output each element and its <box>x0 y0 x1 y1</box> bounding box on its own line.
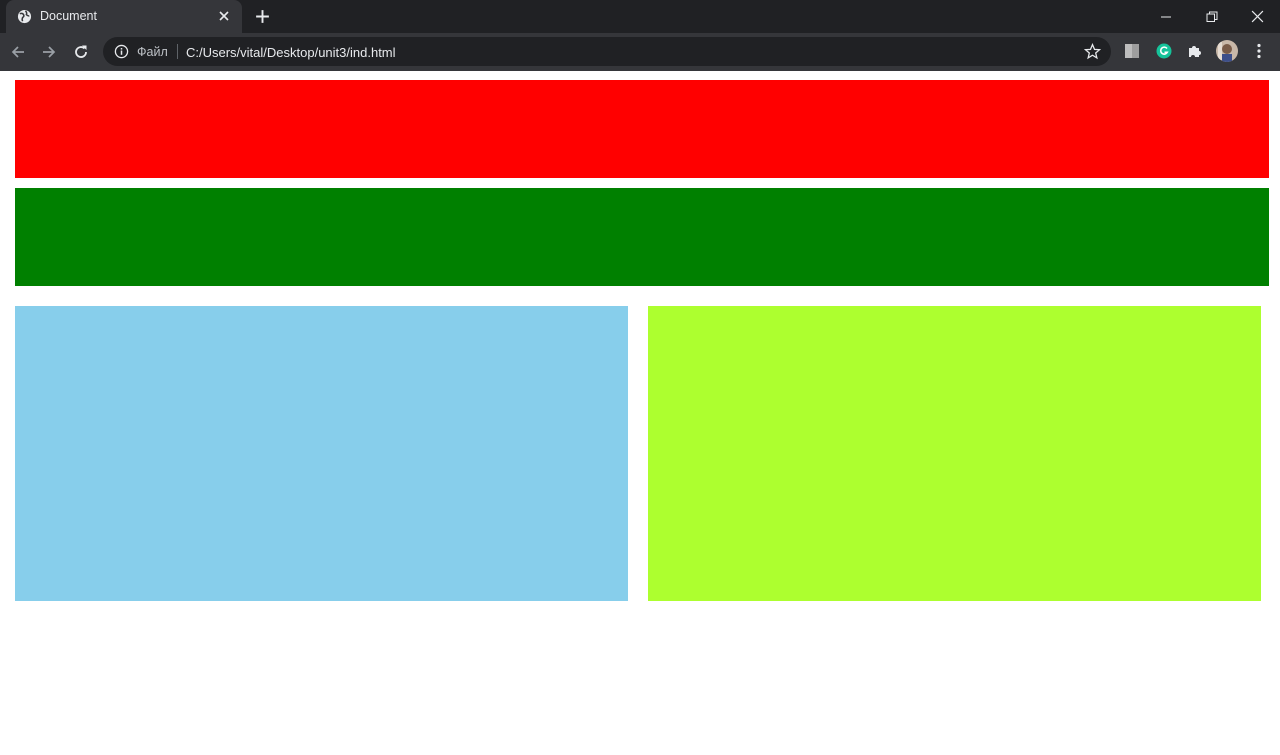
forward-button[interactable] <box>39 42 59 62</box>
url-text[interactable]: C:/Users/vital/Desktop/unit3/ind.html <box>186 45 396 60</box>
tab-title: Document <box>40 9 97 23</box>
profile-avatar[interactable] <box>1216 40 1238 62</box>
info-icon[interactable] <box>114 44 129 59</box>
green-block <box>15 188 1269 286</box>
greenyellow-block <box>648 306 1261 601</box>
bookmark-star-icon[interactable] <box>1084 43 1101 60</box>
extension-square-glyph <box>1125 44 1139 58</box>
new-tab-icon[interactable] <box>254 8 271 25</box>
arrow-right-icon <box>43 46 56 58</box>
restore-button[interactable] <box>1189 0 1235 33</box>
more-vert-icon <box>1257 43 1261 59</box>
red-block <box>15 80 1269 178</box>
grammarly-glyph <box>1156 43 1172 59</box>
puzzle-glyph <box>1189 46 1201 57</box>
close-tab-icon[interactable] <box>216 8 232 24</box>
reload-icon <box>75 45 87 58</box>
tab-strip: Document <box>0 0 1280 33</box>
extension-square-icon[interactable] <box>1123 42 1141 60</box>
avatar-image <box>1216 40 1238 62</box>
globe-icon <box>17 9 32 24</box>
back-button[interactable] <box>8 42 28 62</box>
browser-toolbar: Файл C:/Users/vital/Desktop/unit3/ind.ht… <box>0 33 1280 71</box>
browser-menu-button[interactable] <box>1250 42 1268 60</box>
reload-button[interactable] <box>71 42 91 62</box>
extensions-puzzle-icon[interactable] <box>1186 42 1204 60</box>
file-scheme-label: Файл <box>137 45 168 59</box>
close-window-button[interactable] <box>1234 0 1280 33</box>
page-viewport <box>0 71 1280 755</box>
minimize-button[interactable] <box>1143 0 1189 33</box>
close-icon <box>1251 10 1263 23</box>
restore-icon <box>1206 11 1218 22</box>
url-divider <box>177 44 178 59</box>
tab-document[interactable]: Document <box>6 0 242 33</box>
address-bar[interactable]: Файл C:/Users/vital/Desktop/unit3/ind.ht… <box>103 37 1111 66</box>
arrow-left-icon <box>11 46 24 58</box>
skyblue-block <box>15 306 628 601</box>
minimize-icon <box>1161 16 1171 17</box>
grammarly-icon[interactable] <box>1155 42 1173 60</box>
